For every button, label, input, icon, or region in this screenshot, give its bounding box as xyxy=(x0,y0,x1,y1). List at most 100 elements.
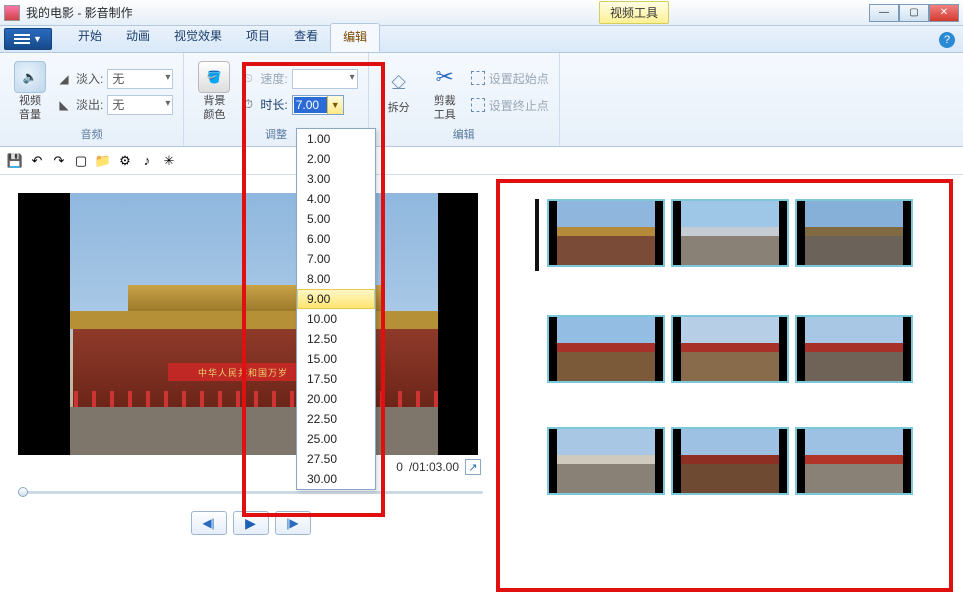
duration-option[interactable]: 20.00 xyxy=(297,389,375,409)
tab-0[interactable]: 开始 xyxy=(66,23,114,52)
close-button[interactable]: ✕ xyxy=(929,4,959,22)
storyboard-clip[interactable] xyxy=(795,427,913,495)
duration-option[interactable]: 1.00 xyxy=(297,129,375,149)
qat-redo-button[interactable]: ↷ xyxy=(50,152,68,170)
video-preview[interactable]: 中华人民共和国万岁 xyxy=(18,193,478,455)
storyboard-clip[interactable] xyxy=(671,199,789,267)
storyboard-clip[interactable] xyxy=(547,315,665,383)
qat-open-button[interactable]: 📁 xyxy=(94,152,112,170)
storyboard-clip[interactable] xyxy=(671,315,789,383)
qat-save-button[interactable]: 💾 xyxy=(6,152,24,170)
duration-option[interactable]: 27.50 xyxy=(297,449,375,469)
duration-value: 7.00 xyxy=(294,97,328,113)
fade-out-icon: ◣ xyxy=(56,97,72,113)
scissors-icon: ✂ xyxy=(429,61,461,93)
background-color-button[interactable]: 🪣 背景 颜色 xyxy=(194,59,234,123)
qat-settings-button[interactable]: ⚙ xyxy=(116,152,134,170)
stopwatch-icon: ⏱ xyxy=(240,97,256,113)
fullscreen-button[interactable]: ↗ xyxy=(465,459,481,475)
seek-slider[interactable] xyxy=(18,487,483,497)
paint-bucket-icon: 🪣 xyxy=(198,61,230,93)
play-button[interactable]: ▶ xyxy=(233,511,269,535)
duration-option[interactable]: 7.00 xyxy=(297,249,375,269)
maximize-button[interactable]: ▢ xyxy=(899,4,929,22)
duration-option[interactable]: 6.00 xyxy=(297,229,375,249)
set-start-icon xyxy=(471,71,485,85)
trim-tool-button[interactable]: ✂ 剪裁 工具 xyxy=(425,59,465,123)
main-area: 中华人民共和国万岁 0 /01:03.00 ↗ ◀| ▶ |▶ xyxy=(0,175,963,601)
duration-option[interactable]: 10.00 xyxy=(297,309,375,329)
group-label-audio: 音频 xyxy=(81,126,103,144)
duration-option[interactable]: 17.50 xyxy=(297,369,375,389)
duration-option[interactable]: 30.00 xyxy=(297,469,375,489)
hamburger-icon xyxy=(14,34,30,44)
duration-option[interactable]: 9.00 xyxy=(297,289,375,309)
storyboard-clip[interactable] xyxy=(671,427,789,495)
duration-option[interactable]: 22.50 xyxy=(297,409,375,429)
duration-option[interactable]: 5.00 xyxy=(297,209,375,229)
ribbon-group-audio: 🔈 视频 音量 ◢ 淡入: 无 ◣ 淡出: 无 音频 xyxy=(0,53,184,146)
file-menu-button[interactable]: ▼ xyxy=(4,28,52,50)
seek-thumb[interactable] xyxy=(18,487,28,497)
duration-option[interactable]: 15.00 xyxy=(297,349,375,369)
duration-option[interactable]: 3.00 xyxy=(297,169,375,189)
speed-select[interactable] xyxy=(292,69,358,89)
fade-in-row: ◢ 淡入: 无 xyxy=(56,69,173,89)
contextual-tab-label[interactable]: 视频工具 xyxy=(599,1,669,24)
preview-panel: 中华人民共和国万岁 0 /01:03.00 ↗ ◀| ▶ |▶ xyxy=(0,175,495,601)
tab-5[interactable]: 编辑 xyxy=(330,23,380,52)
storyboard-clip[interactable] xyxy=(795,199,913,267)
tab-2[interactable]: 视觉效果 xyxy=(162,23,234,52)
storyboard-panel[interactable] xyxy=(495,175,963,601)
ribbon-tabs: ▼ 开始动画视觉效果项目查看编辑 ? xyxy=(0,26,963,53)
fade-out-select[interactable]: 无 xyxy=(107,95,173,115)
group-label-adjust: 调整 xyxy=(265,126,287,144)
duration-row: ⏱ 时长: 7.00 ▼ xyxy=(240,95,357,115)
storyboard-clip[interactable] xyxy=(795,315,913,383)
chevron-down-icon[interactable]: ▼ xyxy=(327,96,343,114)
transport-controls: ◀| ▶ |▶ xyxy=(18,511,483,535)
window-controls: — ▢ ✕ xyxy=(869,4,959,22)
help-icon[interactable]: ? xyxy=(939,32,955,48)
storyboard-clip[interactable] xyxy=(547,427,665,495)
fade-in-select[interactable]: 无 xyxy=(107,69,173,89)
fade-in-icon: ◢ xyxy=(56,71,72,87)
qat-new-button[interactable]: ▢ xyxy=(72,152,90,170)
qat-undo-button[interactable]: ↶ xyxy=(28,152,46,170)
qat-music-button[interactable]: ♪ xyxy=(138,152,156,170)
tab-1[interactable]: 动画 xyxy=(114,23,162,52)
duration-option[interactable]: 2.00 xyxy=(297,149,375,169)
qat-effects-button[interactable]: ✳ xyxy=(160,152,178,170)
duration-combobox[interactable]: 7.00 ▼ xyxy=(292,95,344,115)
storyboard-clip[interactable] xyxy=(547,199,665,267)
video-volume-button[interactable]: 🔈 视频 音量 xyxy=(10,59,50,123)
playhead-marker[interactable] xyxy=(535,199,539,271)
duration-dropdown-list[interactable]: 1.002.003.004.005.006.007.008.009.0010.0… xyxy=(296,128,376,490)
tab-4[interactable]: 查看 xyxy=(282,23,330,52)
duration-option[interactable]: 4.00 xyxy=(297,189,375,209)
quick-access-toolbar: 💾 ↶ ↷ ▢ 📁 ⚙ ♪ ✳ xyxy=(0,147,963,175)
window-title: 我的电影 - 影音制作 xyxy=(26,4,133,21)
duration-option[interactable]: 25.00 xyxy=(297,429,375,449)
speedometer-icon: ⏲ xyxy=(240,71,256,87)
ribbon-group-edit: ⎐ 拆分 ✂ 剪裁 工具 设置起始点 设置终止点 编辑 xyxy=(369,53,560,146)
tab-3[interactable]: 项目 xyxy=(234,23,282,52)
prev-frame-button[interactable]: ◀| xyxy=(191,511,227,535)
minimize-button[interactable]: — xyxy=(869,4,899,22)
set-start-point-button[interactable]: 设置起始点 xyxy=(471,70,549,87)
duration-option[interactable]: 12.50 xyxy=(297,329,375,349)
speaker-icon: 🔈 xyxy=(14,61,46,93)
split-button[interactable]: ⎐ 拆分 xyxy=(379,66,419,117)
ribbon: 🔈 视频 音量 ◢ 淡入: 无 ◣ 淡出: 无 音频 🪣 xyxy=(0,53,963,147)
split-icon: ⎐ xyxy=(383,68,415,100)
time-current: 0 xyxy=(396,460,403,474)
storyboard-row xyxy=(535,315,949,383)
group-label-edit: 编辑 xyxy=(453,126,475,144)
set-end-icon xyxy=(471,98,485,112)
duration-option[interactable]: 8.00 xyxy=(297,269,375,289)
app-icon xyxy=(4,5,20,21)
time-display: 0 /01:03.00 ↗ xyxy=(18,455,483,479)
next-frame-button[interactable]: |▶ xyxy=(275,511,311,535)
set-end-point-button[interactable]: 设置终止点 xyxy=(471,97,549,114)
speed-row: ⏲ 速度: xyxy=(240,69,357,89)
